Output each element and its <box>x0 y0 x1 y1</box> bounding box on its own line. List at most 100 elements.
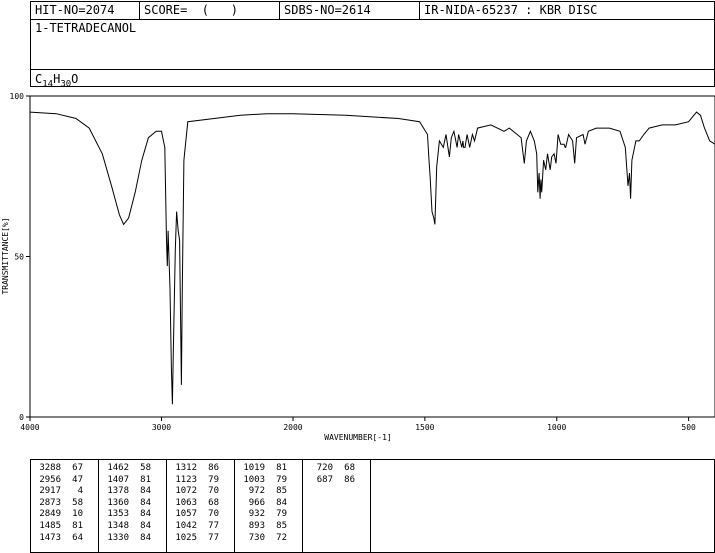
spectrum-line <box>29 111 715 405</box>
peak-transmittance: 85 <box>276 486 287 497</box>
peak-row: 1378 84 <box>99 486 166 498</box>
peak-transmittance: 84 <box>140 509 151 520</box>
ir-spectrum-chart: 4000 3000 2000 1500 1000 500 0 50 100 WAVENUMBER… <box>1 92 715 442</box>
x-axis-label: WAVENUMBER[-1] <box>324 433 391 442</box>
peak-row: 2956 47 <box>31 475 98 487</box>
peak-wavenumber: 3288 <box>39 463 61 473</box>
peak-wavenumber: 1072 <box>175 486 197 497</box>
x-tick-label: 4000 <box>20 423 39 432</box>
peak-row: 1485 81 <box>31 521 98 533</box>
peak-wavenumber: 1353 <box>107 509 129 520</box>
peak-wavenumber: 687 <box>316 474 333 485</box>
peak-transmittance: 86 <box>344 474 355 485</box>
peak-transmittance: 68 <box>344 463 355 473</box>
peak-wavenumber: 1063 <box>175 497 197 508</box>
x-tick-label: 3000 <box>152 423 171 432</box>
peak-wavenumber: 1312 <box>175 463 197 473</box>
peak-transmittance: 86 <box>208 463 219 473</box>
peak-row: 687 86 <box>303 475 370 487</box>
plot-frame <box>29 95 715 418</box>
peak-transmittance: 84 <box>276 497 287 508</box>
peak-column: 3288 67 2956 47 2917 4 2873 58 2849 10 1485 81 1473 6… <box>31 460 99 552</box>
peak-row: 1003 79 <box>235 475 302 487</box>
peak-row: 1353 84 <box>99 509 166 521</box>
peak-wavenumber: 720 <box>316 463 333 473</box>
peak-wavenumber: 1378 <box>107 486 129 497</box>
peak-transmittance: 81 <box>276 463 287 473</box>
peak-row: 1462 58 <box>99 463 166 475</box>
peak-row: 1072 70 <box>167 486 234 498</box>
peak-wavenumber: 2873 <box>39 497 61 508</box>
peak-transmittance: 77 <box>208 520 219 531</box>
x-tick-label: 1000 <box>547 423 566 432</box>
peak-transmittance: 4 <box>77 486 83 497</box>
peak-column: 1312 86 1123 79 1072 70 1063 68 1057 70 1042 77 1025… <box>167 460 235 552</box>
peak-wavenumber: 1485 <box>39 520 61 531</box>
peak-row: 932 79 <box>235 509 302 521</box>
peak-transmittance: 47 <box>72 474 83 485</box>
peak-transmittance: 79 <box>276 474 287 485</box>
peak-wavenumber: 1360 <box>107 497 129 508</box>
peak-table: 3288 67 2956 47 2917 4 2873 58 2849 10 1485 81 1473 6… <box>30 459 715 553</box>
peak-transmittance: 68 <box>208 497 219 508</box>
y-axis-label: TRANSMITTANCE[%] <box>1 217 10 294</box>
peak-row: 1473 64 <box>31 533 98 545</box>
peak-transmittance: 64 <box>72 532 83 543</box>
y-tick-label: 100 <box>10 92 25 101</box>
peak-transmittance: 79 <box>208 474 219 485</box>
peak-row: 1063 68 <box>167 498 234 510</box>
peak-wavenumber: 1473 <box>39 532 61 543</box>
peak-row: 966 84 <box>235 498 302 510</box>
peak-transmittance: 72 <box>276 532 287 543</box>
peak-wavenumber: 1025 <box>175 532 197 543</box>
peak-transmittance: 77 <box>208 532 219 543</box>
peak-wavenumber: 1123 <box>175 474 197 485</box>
y-tick-label: 0 <box>19 413 24 422</box>
peak-row: 1042 77 <box>167 521 234 533</box>
peak-wavenumber: 730 <box>248 532 265 543</box>
peak-row: 2849 10 <box>31 509 98 521</box>
peak-row: 1123 79 <box>167 475 234 487</box>
peak-wavenumber: 966 <box>248 497 265 508</box>
peak-row: 1025 77 <box>167 533 234 545</box>
axis-ticks: 4000 3000 2000 1500 1000 500 0 50 100 <box>10 92 696 432</box>
peak-transmittance: 84 <box>140 486 151 497</box>
peak-column: 720 68 687 86 <box>303 460 371 552</box>
peak-wavenumber: 1019 <box>243 463 265 473</box>
peak-row: 1348 84 <box>99 521 166 533</box>
peak-wavenumber: 972 <box>248 486 265 497</box>
peak-transmittance: 70 <box>208 486 219 497</box>
peak-row: 1330 84 <box>99 533 166 545</box>
peak-row: 1360 84 <box>99 498 166 510</box>
peak-wavenumber: 1348 <box>107 520 129 531</box>
peak-row: 2873 58 <box>31 498 98 510</box>
peak-wavenumber: 1330 <box>107 532 129 543</box>
peak-row: 1312 86 <box>167 463 234 475</box>
peak-wavenumber: 1462 <box>107 463 129 473</box>
peak-row: 972 85 <box>235 486 302 498</box>
peak-transmittance: 84 <box>140 497 151 508</box>
peak-wavenumber: 2956 <box>39 474 61 485</box>
peak-column: 1019 81 1003 79 972 85 966 84 932 79 893 85 730 72 <box>235 460 303 552</box>
peak-transmittance: 67 <box>72 463 83 473</box>
peak-transmittance: 84 <box>140 520 151 531</box>
x-tick-label: 2000 <box>283 423 302 432</box>
peak-row: 720 68 <box>303 463 370 475</box>
peak-row: 2917 4 <box>31 486 98 498</box>
peak-transmittance: 81 <box>72 520 83 531</box>
peak-transmittance: 85 <box>276 520 287 531</box>
peak-transmittance: 10 <box>72 509 83 520</box>
y-tick-label: 50 <box>14 253 24 262</box>
peak-transmittance: 58 <box>72 497 83 508</box>
peak-transmittance: 70 <box>208 509 219 520</box>
peak-row: 1019 81 <box>235 463 302 475</box>
peak-transmittance: 84 <box>140 532 151 543</box>
x-tick-label: 500 <box>681 423 696 432</box>
peak-transmittance: 58 <box>140 463 151 473</box>
peak-wavenumber: 2849 <box>39 509 61 520</box>
peak-wavenumber: 2917 <box>39 486 61 497</box>
peak-wavenumber: 893 <box>248 520 265 531</box>
peak-transmittance: 79 <box>276 509 287 520</box>
peak-wavenumber: 1003 <box>243 474 265 485</box>
peak-row: 730 72 <box>235 533 302 545</box>
